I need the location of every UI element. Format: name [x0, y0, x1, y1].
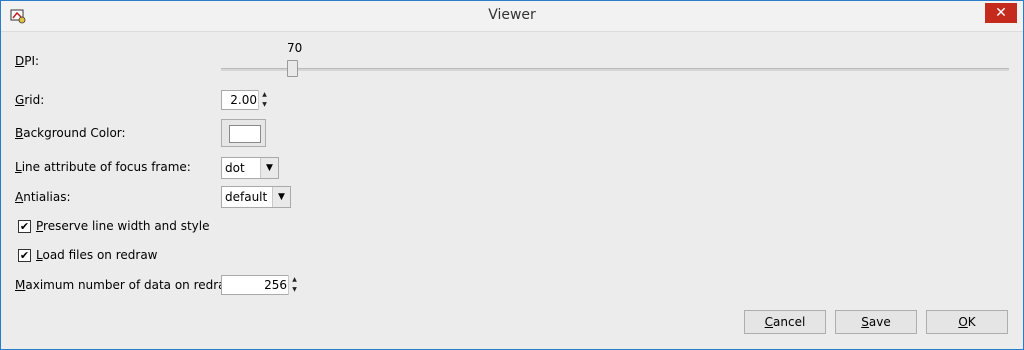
background-color-button[interactable] — [221, 119, 266, 147]
focus-frame-select[interactable]: dot ▼ — [221, 157, 279, 179]
max-data-up-icon[interactable]: ▲ — [289, 275, 300, 285]
grid-spinner[interactable]: 2.00 ▲ ▼ — [221, 90, 270, 110]
max-data-value: 256 — [264, 278, 287, 292]
dpi-label: DPI: — [15, 54, 40, 68]
title-bar: Viewer ✕ — [1, 1, 1023, 32]
grid-value: 2.00 — [230, 93, 257, 107]
dpi-slider-track[interactable] — [221, 68, 1009, 71]
chevron-down-icon[interactable]: ▼ — [260, 158, 278, 178]
grid-down-icon[interactable]: ▼ — [259, 100, 270, 110]
preserve-line-label[interactable]: Preserve line width and style — [36, 219, 209, 233]
focus-frame-label: Line attribute of focus frame: — [15, 160, 191, 174]
load-files-checkbox[interactable]: ✔ — [18, 249, 31, 262]
load-files-label[interactable]: Load files on redraw — [36, 248, 158, 262]
viewer-window: Viewer ✕ DPI: 70 Grid: 2.00 ▲ ▼ Backgrou… — [0, 0, 1024, 350]
max-data-spinner[interactable]: 256 ▲ ▼ — [221, 275, 300, 295]
window-title: Viewer — [488, 7, 536, 23]
dpi-slider-thumb[interactable] — [287, 60, 298, 77]
grid-label: Grid: — [15, 93, 45, 107]
check-icon: ✔ — [19, 220, 30, 233]
max-data-label: Maximum number of data on redraw: — [15, 278, 239, 292]
save-button[interactable]: Save — [835, 310, 917, 334]
antialias-select[interactable]: default ▼ — [221, 186, 291, 208]
color-swatch — [229, 125, 261, 143]
focus-frame-value: dot — [225, 161, 245, 175]
ok-button[interactable]: OK — [926, 310, 1008, 334]
background-color-label: Background Color: — [15, 126, 126, 140]
check-icon: ✔ — [19, 249, 30, 262]
antialias-value: default — [225, 190, 268, 204]
close-button[interactable]: ✕ — [985, 3, 1017, 23]
close-icon: ✕ — [995, 5, 1007, 21]
chevron-down-icon[interactable]: ▼ — [272, 187, 290, 207]
antialias-label: Antialias: — [15, 190, 71, 204]
dpi-value: 70 — [287, 41, 303, 55]
cancel-button[interactable]: Cancel — [744, 310, 826, 334]
max-data-down-icon[interactable]: ▼ — [289, 285, 300, 295]
grid-up-icon[interactable]: ▲ — [259, 90, 270, 100]
preserve-line-checkbox[interactable]: ✔ — [18, 220, 31, 233]
